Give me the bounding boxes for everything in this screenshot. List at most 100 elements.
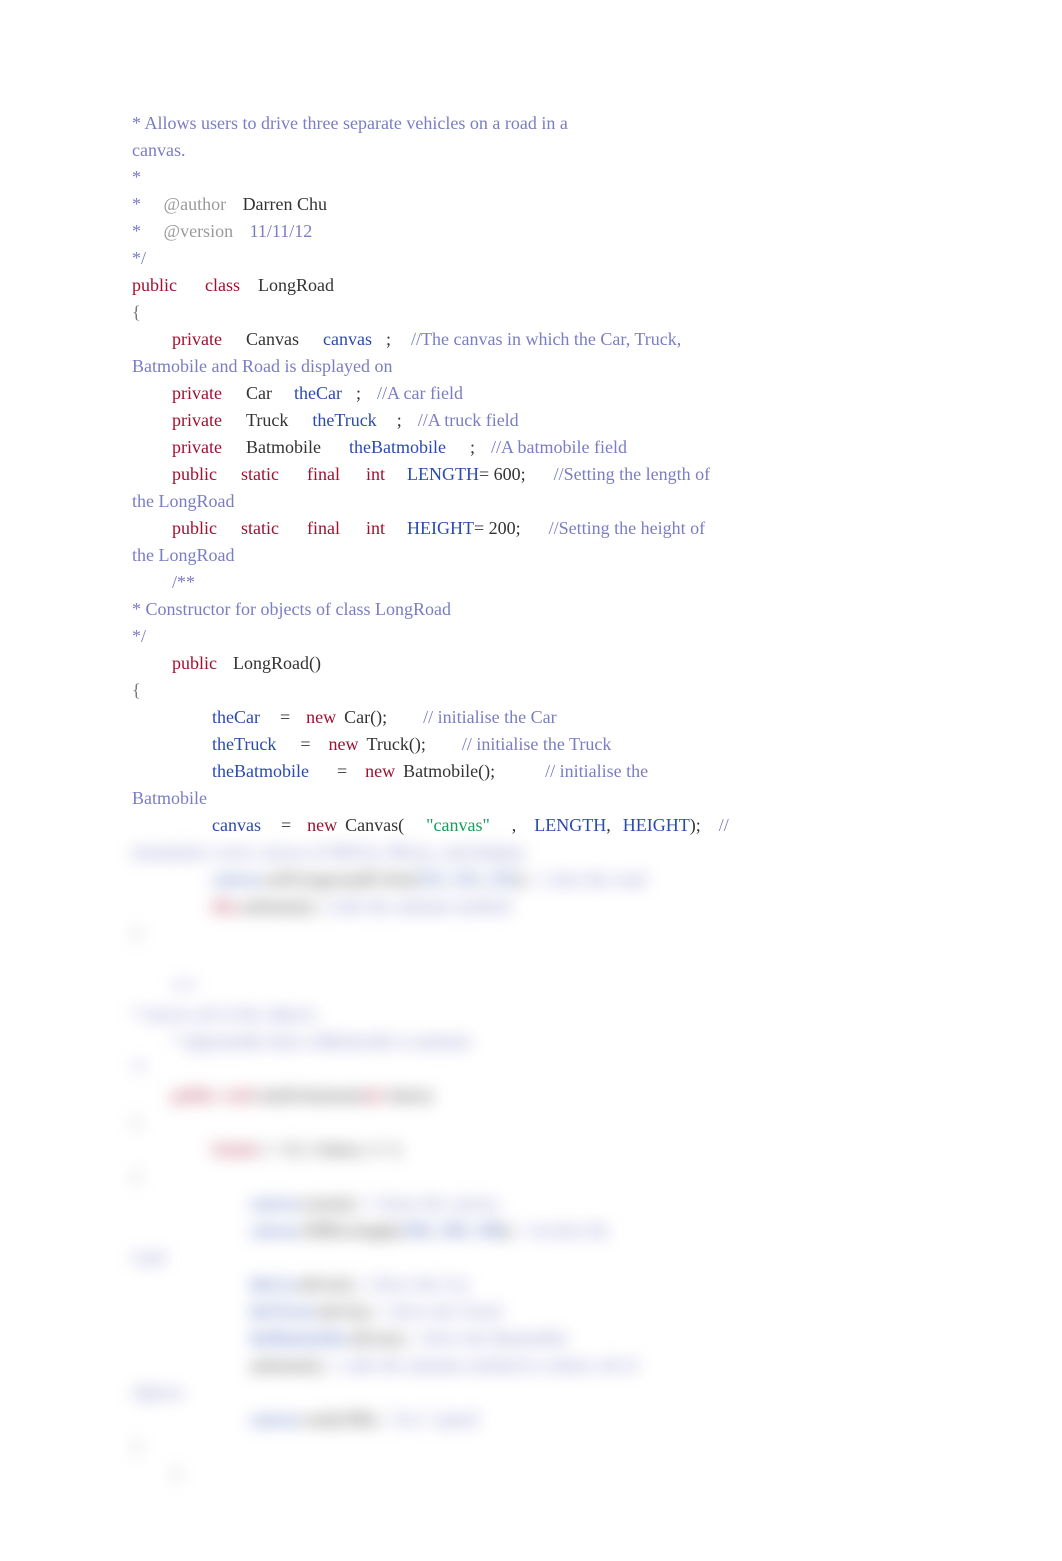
class-name: LongRoad [258, 275, 334, 295]
class-declaration: public class LongRoad [132, 272, 930, 299]
kw-public: public [172, 518, 217, 538]
blurred-line: theTruck.drive(); // drive the Truck [132, 1298, 930, 1325]
type: Batmobile [246, 437, 321, 457]
comment-cont: the LongRoad [132, 545, 234, 565]
open-brace: { [132, 677, 930, 704]
comment: // initialise the Truck [462, 734, 612, 754]
type-call: Canvas( [345, 815, 404, 835]
comment: // initialise the [545, 761, 648, 781]
kw-final: final [307, 518, 340, 538]
kw-static: static [241, 464, 279, 484]
comment: //Setting the length of [554, 464, 710, 484]
lhs: theTruck [212, 734, 276, 754]
lhs: theCar [212, 707, 260, 727]
doc-line: * @author Darren Chu [132, 191, 930, 218]
comment: //A car field [377, 383, 463, 403]
eq: = [280, 707, 290, 727]
blurred-line: * moves all of the objects [132, 1001, 930, 1028]
blurred-line: */ [132, 1055, 930, 1082]
rhs: Batmobile(); [403, 761, 495, 781]
comment-continuation: the LongRoad [132, 542, 930, 569]
kw-public: public [172, 653, 217, 673]
blurred-line: instantiate a new canvas of 600 by 200 p… [132, 839, 930, 866]
blurred-line: } [132, 1460, 930, 1487]
blurred-line: canvas.setForegroundColor(255, 255, 255)… [132, 866, 930, 893]
kw-public: public [132, 275, 177, 295]
doc-line: */ [132, 245, 930, 272]
comment: //The canvas in which the Car, Truck, [411, 329, 681, 349]
const-name: HEIGHT [407, 518, 474, 538]
blurred-line: canvas.erase(); // clears the canvas [132, 1190, 930, 1217]
comment: //A truck field [418, 410, 519, 430]
arg: LENGTH [534, 815, 606, 835]
open-brace: { [132, 299, 930, 326]
type: Car [246, 383, 272, 403]
blurred-line: } [132, 1433, 930, 1460]
eq: = [337, 761, 347, 781]
eq: = [300, 734, 310, 754]
kw-public: public [172, 464, 217, 484]
kw-class: class [205, 275, 240, 295]
code-document: * Allows users to drive three separate v… [0, 0, 1062, 1527]
field-length: publicstaticfinalintLENGTH= 600;//Settin… [132, 461, 930, 488]
field-canvas: private Canvas canvas; //The canvas in whic… [132, 326, 930, 353]
blurred-line: theBatmobile.drive(); // drive the Batmo… [132, 1325, 930, 1352]
comment-continuation: Batmobile [132, 785, 930, 812]
blurred-line: { [132, 1163, 930, 1190]
blurred-content: instantiate a new canvas of 600 by 200 p… [132, 839, 930, 1487]
string: "canvas" [426, 815, 490, 835]
semi: ; [397, 410, 402, 430]
comment-text: canvas. [132, 140, 185, 160]
doc-close: */ [132, 623, 930, 650]
blurred-line: animate(); // calls the animate method t… [132, 1352, 930, 1379]
version-value: 11/11/12 [250, 221, 313, 241]
field-name: canvas [323, 329, 372, 349]
doc: * Constructor for objects of class LongR… [132, 599, 451, 619]
val: = 600; [479, 464, 526, 484]
kw-new: new [306, 707, 336, 727]
close: ); [690, 815, 701, 835]
version-tag: @version [164, 221, 238, 241]
ctor-name: LongRoad() [233, 653, 321, 673]
stmt-truck: theTruck=newTruck();// initialise the Tr… [132, 731, 930, 758]
kw-new: new [307, 815, 337, 835]
comment-continuation: the LongRoad [132, 488, 930, 515]
lhs: canvas [212, 815, 261, 835]
comment: //Setting the height of [549, 518, 705, 538]
comment-text: * [132, 167, 141, 187]
doc: */ [132, 626, 146, 646]
semi: ; [470, 437, 475, 457]
kw-private: private [172, 329, 222, 349]
blurred-line: objects [132, 1379, 930, 1406]
doc-line: canvas. [132, 137, 930, 164]
doc-star: * [132, 221, 146, 241]
comment: // [719, 815, 729, 835]
type: Canvas [246, 329, 299, 349]
stmt-batmobile: theBatmobile=newBatmobile();// initialis… [132, 758, 930, 785]
blurred-line: } [132, 920, 930, 947]
field-name: theCar [294, 383, 342, 403]
comment: // initialise the Car [423, 707, 556, 727]
blurred-line: this.animate(); //calls the animate meth… [132, 893, 930, 920]
comment: //A batmobile field [491, 437, 627, 457]
kw-int: int [366, 464, 385, 484]
blurred-line: canvas.wait(100); // for 1 speed [132, 1406, 930, 1433]
doc-star: * [132, 194, 146, 214]
type: Truck [246, 410, 288, 430]
eq: = [281, 815, 291, 835]
comment-cont: Batmobile [132, 788, 207, 808]
const-name: LENGTH [407, 464, 479, 484]
field-truck: privateTrucktheTruck;//A truck field [132, 407, 930, 434]
semi: ; [386, 329, 391, 349]
blurred-line: * @param& times of&times& to animate [132, 1028, 930, 1055]
field-car: privateCartheCar;//A car field [132, 380, 930, 407]
blurred-line: /** [132, 974, 930, 1001]
blurred-line: road [132, 1244, 930, 1271]
kw-private: private [172, 410, 222, 430]
stmt-car: theCar=newCar();// initialise the Car [132, 704, 930, 731]
lhs: theBatmobile [212, 761, 309, 781]
blurred-line: for(int i = 0; i<times; i++) [132, 1136, 930, 1163]
comment-text: * Allows users to drive three separate v… [132, 113, 568, 133]
semi: ; [356, 383, 361, 403]
field-height: publicstaticfinalintHEIGHT= 200;//Settin… [132, 515, 930, 542]
